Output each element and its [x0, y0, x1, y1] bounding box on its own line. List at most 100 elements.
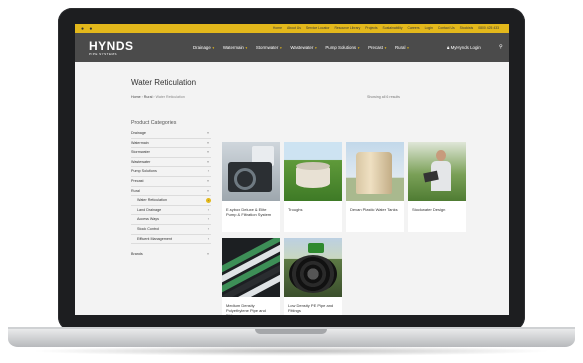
main-content: Water Reticulation Home › Rural › Water …: [75, 62, 509, 315]
chevron-icon[interactable]: »: [207, 250, 209, 259]
login-label: MyHynds Login: [450, 45, 481, 50]
sidebar-item-stormwater[interactable]: Stormwater »: [131, 148, 211, 158]
product-title[interactable]: Devan Plastic Water Tanks: [350, 207, 402, 212]
sidebar-item-label: Wastewater: [131, 159, 151, 164]
utility-link-resource-library[interactable]: Resource Library: [334, 26, 360, 30]
sidebar-item-label: Access Ways: [137, 217, 159, 222]
product-title[interactable]: E.sybox Deluxe & Elite Pump & Filtration…: [226, 207, 278, 217]
nav-item-rural[interactable]: Rural▼: [395, 45, 409, 50]
social-dots-icon[interactable]: ● ●: [81, 26, 94, 32]
sidebar-item-label: Pump Solutions: [131, 169, 157, 174]
sidebar-item-label: Water Reticulation: [137, 198, 167, 203]
chevron-icon[interactable]: »: [207, 187, 209, 196]
product-image[interactable]: [408, 142, 466, 201]
logo-text: HYNDS: [89, 39, 134, 53]
breadcrumb-home[interactable]: Home: [131, 95, 141, 99]
nav-label: Watermain: [222, 45, 244, 50]
hynds-logo[interactable]: HYNDS PIPE SYSTEMS: [89, 39, 134, 56]
utility-link-sustainability[interactable]: Sustainability: [383, 26, 403, 30]
utility-link-service-locator[interactable]: Service Locator: [306, 26, 330, 30]
chevron-icon[interactable]: ›: [208, 206, 209, 215]
product-image[interactable]: [222, 142, 280, 201]
product-image[interactable]: [284, 238, 342, 297]
nav-item-stormwater[interactable]: Stormwater▼: [256, 45, 282, 50]
sidebar-item-label: Stormwater: [131, 150, 150, 155]
main-header: HYNDS PIPE SYSTEMS Drainage▼ Watermain▼ …: [75, 33, 509, 62]
sidebar-item-precast[interactable]: Precast »: [131, 177, 211, 187]
sidebar-item-label: Drainage: [131, 131, 146, 135]
search-icon[interactable]: ⚲: [499, 44, 503, 50]
sidebar-item-label: Precast: [131, 178, 144, 183]
sidebar-item-stock-control[interactable]: Stock Control ›: [131, 225, 211, 235]
product-image[interactable]: [346, 142, 404, 201]
laptop-notch: [255, 329, 327, 334]
nav-item-pump-solutions[interactable]: Pump Solutions▼: [325, 45, 360, 50]
category-sidebar: Drainage » Watermain » Stormwater » Wastewa…: [131, 129, 211, 259]
breadcrumb-rural[interactable]: Rural: [144, 95, 153, 99]
product-title[interactable]: Stockwater Design: [412, 207, 464, 212]
chevron-icon[interactable]: »: [207, 177, 209, 186]
utility-link-contact[interactable]: Contact Us: [438, 26, 455, 30]
main-nav: Drainage▼ Watermain▼ Stormwater▼ Wastewa…: [193, 45, 409, 50]
sidebar-item-label: Effluent Management: [137, 236, 172, 241]
chevron-icon[interactable]: ›: [208, 225, 209, 234]
product-title[interactable]: Medium Density Polyethylene Pipe and Fit…: [226, 303, 278, 315]
utility-link-login[interactable]: Login: [425, 26, 433, 30]
chevron-down-icon: ▼: [211, 46, 215, 50]
sidebar-item-brands[interactable]: Brands »: [131, 250, 211, 259]
nav-label: Drainage: [193, 45, 211, 50]
utility-phone[interactable]: 0800 425 433: [478, 26, 499, 30]
chevron-icon[interactable]: ›: [206, 198, 211, 204]
breadcrumb: Home › Rural › Water Reticulation: [131, 95, 185, 99]
myhynds-login-button[interactable]: 🔒︎ MyHynds Login: [447, 45, 481, 50]
breadcrumb-separator: ›: [153, 95, 155, 99]
sidebar-item-rural[interactable]: Rural »: [131, 187, 211, 197]
sidebar-item-wastewater[interactable]: Wastewater »: [131, 158, 211, 168]
product-card[interactable]: Low Density PE Pipe and Fittings: [284, 238, 342, 315]
nav-label: Pump Solutions: [325, 45, 357, 50]
utility-link-stockists[interactable]: Stockists: [460, 26, 474, 30]
sidebar-item-label: Stock Control: [137, 226, 160, 231]
product-card[interactable]: Devan Plastic Water Tanks: [346, 142, 404, 232]
chevron-icon[interactable]: »: [207, 129, 209, 138]
sidebar-item-access-ways[interactable]: Access Ways ›: [131, 215, 211, 225]
utility-link-careers[interactable]: Careers: [408, 26, 420, 30]
nav-item-watermain[interactable]: Watermain▼: [223, 45, 248, 50]
chevron-icon[interactable]: »: [207, 148, 209, 157]
nav-item-precast[interactable]: Precast▼: [368, 45, 387, 50]
utility-link-projects[interactable]: Projects: [365, 26, 377, 30]
nav-label: Rural: [394, 45, 406, 50]
product-title[interactable]: Low Density PE Pipe and Fittings: [288, 303, 340, 313]
sidebar-item-land-drainage[interactable]: Land Drainage ›: [131, 206, 211, 216]
sidebar-item-label: Land Drainage: [137, 207, 162, 212]
chevron-icon[interactable]: »: [207, 139, 209, 148]
chevron-down-icon: ▼: [406, 46, 410, 50]
sidebar-item-pump-solutions[interactable]: Pump Solutions ›: [131, 167, 211, 177]
sidebar-item-water-reticulation[interactable]: Water Reticulation ›: [131, 196, 211, 206]
utility-links: Home About Us Service Locator Resource L…: [273, 26, 499, 30]
sidebar-item-watermain[interactable]: Watermain »: [131, 139, 211, 149]
laptop-shadow: [30, 346, 553, 356]
chevron-icon[interactable]: ›: [208, 215, 209, 224]
product-image[interactable]: [284, 142, 342, 201]
product-image[interactable]: [222, 238, 280, 297]
chevron-down-icon: ▼: [279, 46, 283, 50]
chevron-down-icon: ▼: [244, 46, 248, 50]
laptop-screen: ● ● Home About Us Service Locator Resour…: [75, 24, 509, 315]
product-card[interactable]: E.sybox Deluxe & Elite Pump & Filtration…: [222, 142, 280, 232]
top-utility-bar: ● ● Home About Us Service Locator Resour…: [75, 24, 509, 33]
product-card[interactable]: Stockwater Design: [408, 142, 466, 232]
chevron-icon[interactable]: »: [207, 158, 209, 167]
nav-item-drainage[interactable]: Drainage▼: [193, 45, 215, 50]
product-title[interactable]: Troughs: [288, 207, 340, 212]
sidebar-item-effluent-management[interactable]: Effluent Management ›: [131, 235, 211, 245]
sidebar-item-drainage[interactable]: Drainage »: [131, 129, 211, 139]
utility-link-about[interactable]: About Us: [287, 26, 301, 30]
nav-label: Stormwater: [255, 45, 279, 50]
nav-item-wastewater[interactable]: Wastewater▼: [290, 45, 317, 50]
product-card[interactable]: Medium Density Polyethylene Pipe and Fit…: [222, 238, 280, 315]
chevron-icon[interactable]: ›: [208, 235, 209, 244]
utility-link-home[interactable]: Home: [273, 26, 282, 30]
product-card[interactable]: Troughs: [284, 142, 342, 232]
chevron-icon[interactable]: ›: [208, 167, 209, 176]
